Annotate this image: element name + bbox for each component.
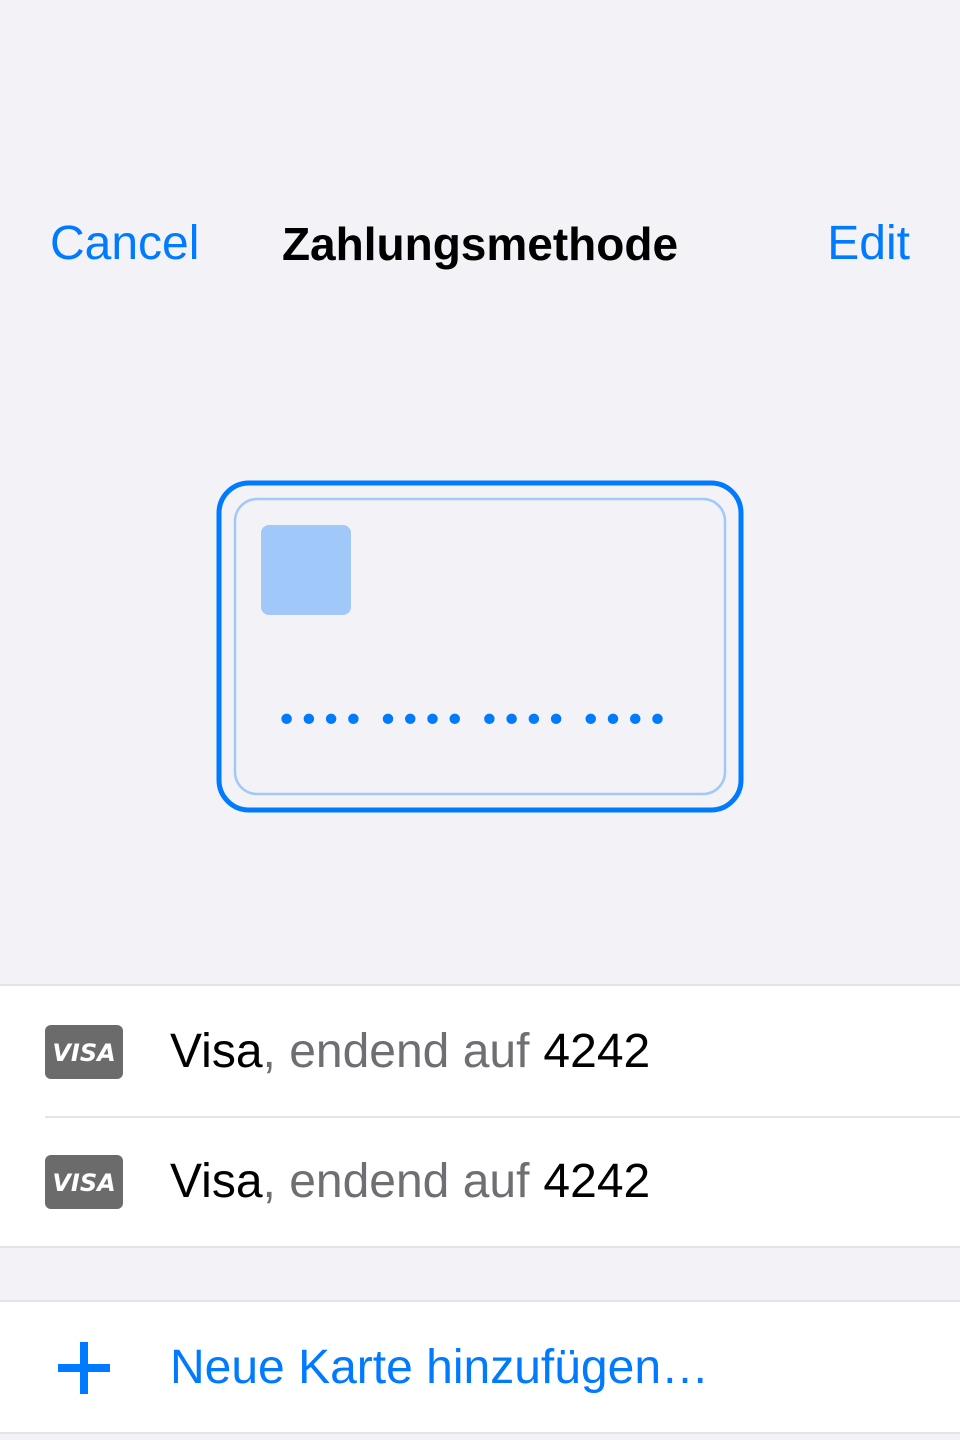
card-last4: 4242 xyxy=(543,1154,651,1208)
credit-card-icon: •••• •••• •••• •••• xyxy=(216,480,744,813)
payment-method-row[interactable]: VISA Visa, endend auf 4242 xyxy=(0,1116,960,1246)
card-chip xyxy=(261,525,351,615)
navigation-bar: Cancel Zahlungsmethode Edit xyxy=(0,200,960,288)
saved-cards-list: VISA Visa, endend auf 4242 VISA Visa, end… xyxy=(0,984,960,1248)
card-masked-number: •••• •••• •••• •••• xyxy=(276,700,669,741)
visa-logo-icon: VISA xyxy=(45,1155,123,1209)
payment-method-row[interactable]: VISA Visa, endend auf 4242 xyxy=(0,986,960,1116)
card-brand: Visa xyxy=(170,1154,263,1208)
plus-icon xyxy=(58,1342,110,1394)
add-card-group: Neue Karte hinzufügen… xyxy=(0,1300,960,1434)
card-connector-text: , endend auf xyxy=(262,1024,530,1078)
card-connector-text: , endend auf xyxy=(262,1154,530,1208)
page-title: Zahlungsmethode xyxy=(281,218,679,270)
add-card-button[interactable]: Neue Karte hinzufügen… xyxy=(0,1302,960,1432)
visa-badge-text: VISA xyxy=(52,1039,115,1067)
add-card-label: Neue Karte hinzufügen… xyxy=(170,1340,710,1394)
card-last4: 4242 xyxy=(543,1024,651,1078)
payment-method-label: Visa, endend auf 4242 xyxy=(170,1116,650,1246)
payment-method-label: Visa, endend auf 4242 xyxy=(170,986,650,1116)
visa-badge-text: VISA xyxy=(52,1169,115,1197)
edit-button[interactable]: Edit xyxy=(827,214,910,274)
card-brand: Visa xyxy=(170,1024,263,1078)
payment-method-screen: Cancel Zahlungsmethode Edit •••• •••• ••… xyxy=(0,0,960,1440)
visa-logo-icon: VISA xyxy=(45,1025,123,1079)
